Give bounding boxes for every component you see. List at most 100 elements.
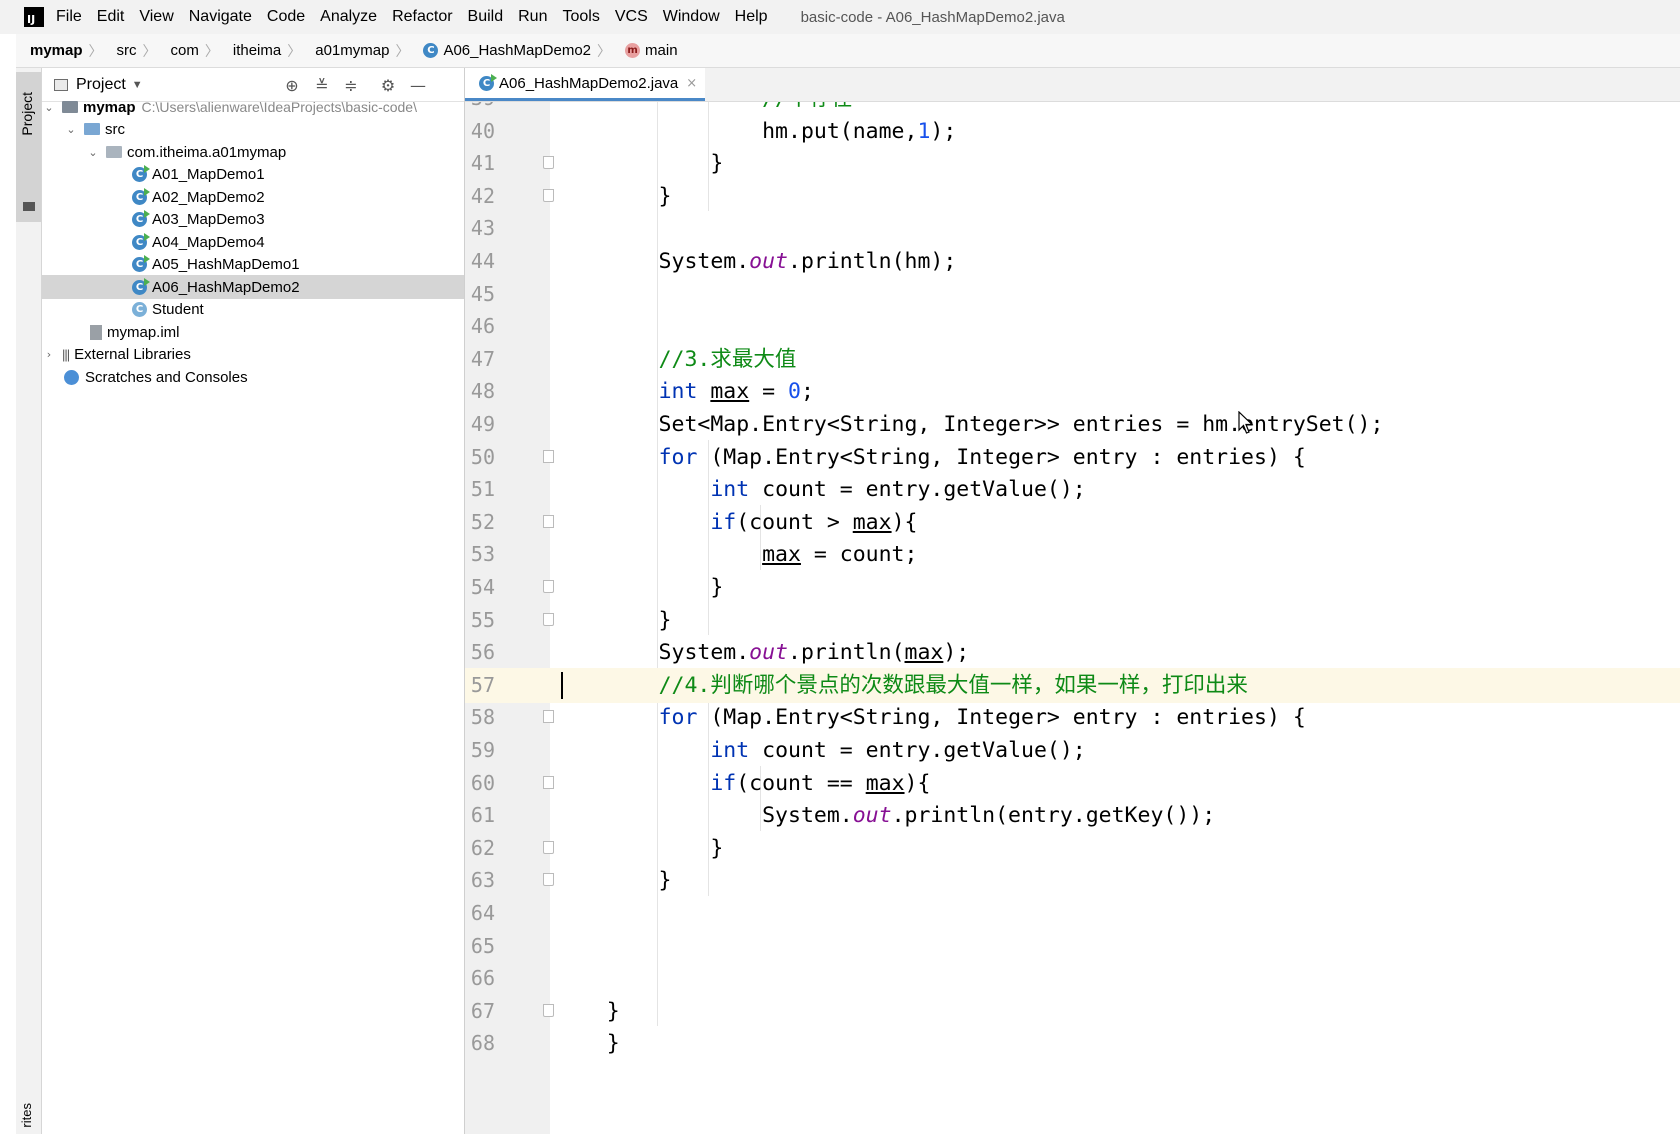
fold-end-icon[interactable]	[543, 156, 554, 170]
code-line[interactable]: 53 max = count;	[465, 537, 1680, 572]
line-number[interactable]: 44	[465, 244, 495, 279]
code-line[interactable]: 42 }	[465, 179, 1680, 214]
fold-start-icon[interactable]	[543, 775, 554, 789]
line-number[interactable]: 65	[465, 929, 495, 964]
fold-start-icon[interactable]	[543, 514, 554, 528]
line-number[interactable]: 59	[465, 733, 495, 768]
code-line[interactable]: 40 hm.put(name,1);	[465, 114, 1680, 149]
tree-item-class[interactable]: C A02_MapDemo2	[42, 185, 464, 209]
menu-help[interactable]: Help	[735, 8, 768, 26]
code-line[interactable]: 46	[465, 309, 1680, 344]
line-number[interactable]: 50	[465, 440, 495, 475]
tree-item-scratches[interactable]: Scratches and Consoles	[42, 365, 464, 389]
tree-item-class[interactable]: C A01_MapDemo1	[42, 162, 464, 186]
fold-end-icon[interactable]	[543, 580, 554, 593]
code-line[interactable]: 63 }	[465, 863, 1680, 898]
line-number[interactable]: 42	[465, 179, 495, 214]
line-number[interactable]: 52	[465, 505, 495, 540]
line-number[interactable]: 56	[465, 635, 495, 670]
menu-run[interactable]: Run	[518, 8, 547, 26]
code-line[interactable]: 50 for (Map.Entry<String, Integer> entry…	[465, 440, 1680, 475]
line-number[interactable]: 60	[465, 766, 495, 801]
locate-icon[interactable]: ⊕	[282, 75, 302, 95]
line-number[interactable]: 66	[465, 961, 495, 996]
tree-item-class-selected[interactable]: C A06_HashMapDemo2	[42, 275, 464, 299]
code-line[interactable]: 65	[465, 929, 1680, 964]
code-line[interactable]: 44 System.out.println(hm);	[465, 244, 1680, 279]
menu-refactor[interactable]: Refactor	[392, 8, 452, 26]
code-line[interactable]: 52 if(count > max){	[465, 505, 1680, 540]
code-line[interactable]: 67 }	[465, 994, 1680, 1029]
code-line[interactable]: 54 }	[465, 570, 1680, 605]
menu-edit[interactable]: Edit	[97, 8, 125, 26]
dropdown-arrow-icon[interactable]: ▼	[132, 79, 143, 91]
fold-end-icon[interactable]	[543, 188, 554, 202]
fold-end-icon[interactable]	[543, 1003, 554, 1017]
line-number[interactable]: 64	[465, 896, 495, 931]
line-number[interactable]: 51	[465, 472, 495, 507]
fold-start-icon[interactable]	[543, 449, 554, 463]
line-number[interactable]: 61	[465, 798, 495, 833]
code-line[interactable]: 43	[465, 211, 1680, 246]
breadcrumb-item-com[interactable]: com	[157, 42, 205, 59]
line-number[interactable]: 57	[465, 668, 495, 703]
code-line[interactable]: 49 Set<Map.Entry<String, Integer>> entri…	[465, 407, 1680, 442]
line-number[interactable]: 48	[465, 374, 495, 409]
breadcrumb-item-a01mymap[interactable]: a01mymap	[301, 42, 395, 59]
code-line[interactable]: 60 if(count == max){	[465, 766, 1680, 801]
menu-view[interactable]: View	[139, 8, 173, 26]
tree-item-iml[interactable]: mymap.iml	[42, 320, 464, 344]
menu-window[interactable]: Window	[663, 8, 720, 26]
breadcrumb-item-class[interactable]: C A06_HashMapDemo2	[409, 42, 597, 59]
fold-end-icon[interactable]	[543, 612, 554, 626]
menu-navigate[interactable]: Navigate	[189, 8, 252, 26]
menu-vcs[interactable]: VCS	[615, 8, 648, 26]
favorites-tool-window-label[interactable]: rites	[19, 1103, 34, 1128]
code-line[interactable]: 64	[465, 896, 1680, 931]
tree-item-class[interactable]: C A05_HashMapDemo1	[42, 252, 464, 276]
close-icon[interactable]: ×	[686, 76, 697, 91]
tree-item-class[interactable]: C A03_MapDemo3	[42, 207, 464, 231]
chevron-right-icon[interactable]: ›	[42, 348, 56, 361]
line-number[interactable]: 41	[465, 146, 495, 181]
line-number[interactable]: 62	[465, 831, 495, 866]
tree-item-mymap[interactable]: ⌄ mymap C:\Users\alienware\IdeaProjects\…	[42, 95, 464, 119]
line-number[interactable]: 67	[465, 994, 495, 1029]
collapse-all-icon[interactable]: ≑	[341, 75, 361, 95]
fold-start-icon[interactable]	[543, 710, 554, 724]
menu-analyze[interactable]: Analyze	[320, 8, 377, 26]
code-line[interactable]: 55 }	[465, 603, 1680, 638]
code-line[interactable]: 66	[465, 961, 1680, 996]
breadcrumb-item-itheima[interactable]: itheima	[219, 42, 287, 59]
breadcrumb-item-method[interactable]: m main	[611, 42, 684, 59]
code-area[interactable]: 39 //不存在40 hm.put(name,1);41 }42 }43 44 …	[465, 102, 1680, 1134]
chevron-down-icon[interactable]: ⌄	[86, 146, 100, 159]
tree-item-src[interactable]: ⌄ src	[42, 117, 464, 141]
line-number[interactable]: 55	[465, 603, 495, 638]
tree-item-external-libraries[interactable]: › ||| External Libraries	[42, 342, 464, 366]
project-tool-window-button[interactable]: Project	[16, 72, 41, 222]
code-line[interactable]: 61 System.out.println(entry.getKey());	[465, 798, 1680, 833]
chevron-down-icon[interactable]: ⌄	[42, 101, 56, 114]
fold-end-icon[interactable]	[543, 873, 554, 887]
code-line[interactable]: 45	[465, 277, 1680, 312]
line-number[interactable]: 58	[465, 700, 495, 735]
gear-icon[interactable]: ⚙	[378, 75, 398, 95]
menu-code[interactable]: Code	[267, 8, 305, 26]
menu-tools[interactable]: Tools	[562, 8, 599, 26]
line-number[interactable]: 54	[465, 570, 495, 605]
code-line[interactable]: 68 }	[465, 1026, 1680, 1061]
editor-tab-active[interactable]: C A06_HashMapDemo2.java ×	[465, 68, 705, 101]
chevron-down-icon[interactable]: ⌄	[64, 123, 78, 136]
project-view-selector[interactable]: Project	[76, 76, 126, 94]
fold-end-icon[interactable]	[543, 840, 554, 854]
code-line[interactable]: 59 int count = entry.getValue();	[465, 733, 1680, 768]
code-line[interactable]: 58 for (Map.Entry<String, Integer> entry…	[465, 700, 1680, 735]
menu-file[interactable]: File	[56, 8, 82, 26]
line-number[interactable]: 43	[465, 211, 495, 246]
code-line[interactable]: 51 int count = entry.getValue();	[465, 472, 1680, 507]
tree-item-class[interactable]: C Student	[42, 297, 464, 321]
line-number[interactable]: 63	[465, 863, 495, 898]
code-line[interactable]: 48 int max = 0;	[465, 374, 1680, 409]
tree-item-package[interactable]: ⌄ com.itheima.a01mymap	[42, 140, 464, 164]
